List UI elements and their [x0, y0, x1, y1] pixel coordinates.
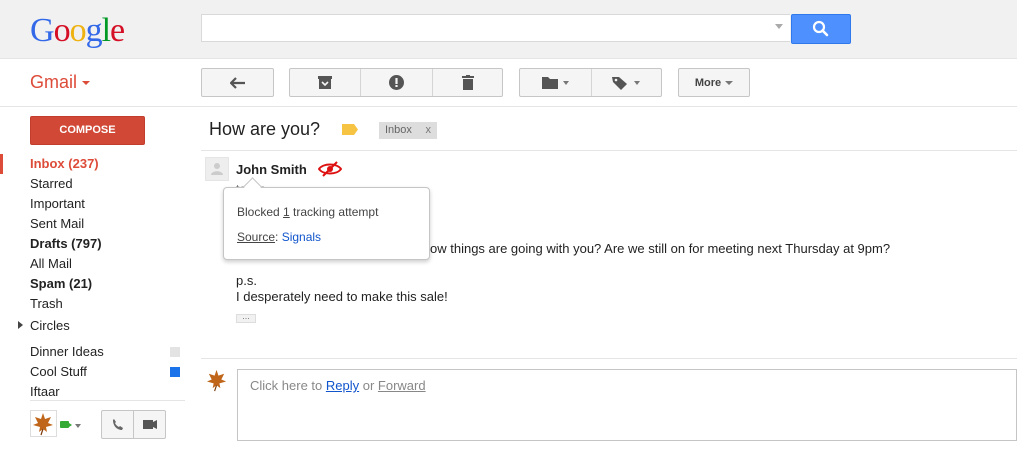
message-body-line: ow things are going with you? Are we sti…	[430, 241, 891, 256]
reply-or: or	[359, 378, 378, 393]
label-color-swatch[interactable]	[170, 347, 180, 357]
back-arrow-icon	[229, 76, 245, 89]
tag-icon	[611, 76, 640, 90]
message-ps-line: I desperately need to make this sale!	[236, 289, 448, 304]
search-icon	[812, 20, 829, 37]
logo-letter: G	[30, 12, 55, 49]
search-box[interactable]	[201, 14, 790, 42]
google-logo[interactable]: Google	[30, 11, 125, 51]
chevron-down-icon[interactable]	[75, 424, 81, 428]
label-chip-inbox[interactable]: Inbox x	[379, 122, 437, 139]
video-status-icon	[60, 421, 69, 428]
sidebar-label-dinner-ideas[interactable]: Dinner Ideas	[30, 342, 104, 362]
report-spam-icon	[389, 75, 404, 90]
blocked-count[interactable]: 1	[283, 205, 290, 219]
trash-icon	[461, 75, 474, 90]
gmail-menu[interactable]: Gmail	[30, 72, 91, 93]
call-phone-button[interactable]	[101, 410, 134, 439]
more-label: More	[694, 76, 722, 89]
reply-prefix: Click here to	[250, 378, 326, 393]
report-spam-button[interactable]	[361, 69, 432, 96]
move-to-button[interactable]	[520, 69, 591, 96]
divider	[0, 106, 1017, 107]
expand-arrow-icon[interactable]	[18, 321, 23, 329]
label-chip-text: Inbox	[385, 124, 412, 136]
divider	[201, 150, 1017, 151]
sender-name[interactable]: John Smith	[236, 162, 307, 177]
source-label[interactable]: Source	[237, 230, 275, 244]
delete-button[interactable]	[433, 69, 502, 96]
sidebar-label-iftaar[interactable]: Iftaar	[30, 382, 60, 402]
search-options-caret-icon[interactable]	[775, 24, 783, 29]
video-status-icon	[69, 423, 72, 427]
maple-leaf-icon	[206, 369, 227, 392]
back-button[interactable]	[201, 68, 274, 97]
show-trimmed-content-button[interactable]: ...	[236, 312, 256, 323]
reply-prompt: Click here to Reply or Forward	[250, 378, 426, 393]
folder-icon	[541, 77, 569, 89]
chevron-down-icon	[725, 80, 734, 85]
sidebar-item-spam[interactable]: Spam (21)	[30, 274, 92, 294]
remove-label-icon[interactable]: x	[426, 122, 432, 139]
divider	[201, 358, 1017, 359]
compose-button[interactable]: COMPOSE	[30, 116, 145, 145]
selected-indicator	[0, 154, 3, 174]
person-icon	[211, 163, 223, 175]
message-ps: p.s.	[236, 273, 257, 288]
gmail-label: Gmail	[30, 72, 78, 92]
archive-icon	[318, 76, 332, 89]
sidebar-item-inbox[interactable]: Inbox (237)	[30, 154, 99, 174]
source-link[interactable]: Signals	[282, 230, 321, 244]
thread-subject: How are you?	[209, 119, 321, 139]
maple-leaf-icon	[33, 413, 53, 436]
more-button[interactable]: More	[678, 68, 750, 97]
sidebar-item-circles[interactable]: Circles	[30, 316, 70, 336]
sidebar-label-cool-stuff[interactable]: Cool Stuff	[30, 362, 87, 382]
video-camera-icon	[143, 420, 157, 429]
sidebar-item-all-mail[interactable]: All Mail	[30, 254, 72, 274]
move-label-button-group	[519, 68, 662, 97]
logo-letter: l	[101, 12, 112, 49]
sidebar-item-important[interactable]: Important	[30, 194, 85, 214]
labels-button[interactable]	[592, 69, 661, 96]
search-button[interactable]	[791, 14, 851, 44]
archive-button[interactable]	[290, 69, 360, 96]
important-marker-icon[interactable]	[342, 124, 358, 135]
action-button-group	[289, 68, 503, 97]
phone-icon	[113, 419, 123, 430]
video-call-button[interactable]	[133, 410, 166, 439]
sidebar-item-trash[interactable]: Trash	[30, 294, 63, 314]
search-input[interactable]	[206, 16, 770, 42]
chevron-down-icon	[82, 81, 91, 86]
tracker-blocked-icon[interactable]	[317, 161, 343, 182]
sidebar-item-sent-mail[interactable]: Sent Mail	[30, 214, 84, 234]
logo-letter: e	[110, 12, 125, 49]
tracking-popup: Blocked 1 tracking attempt Source: Signa…	[223, 187, 430, 260]
logo-letter: g	[85, 12, 103, 49]
avatar	[205, 368, 229, 397]
sender-avatar[interactable]	[205, 157, 229, 181]
blocked-suffix: tracking attempt	[289, 205, 379, 219]
avatar[interactable]	[30, 410, 57, 437]
divider	[30, 400, 185, 401]
logo-letter: o	[69, 12, 87, 49]
reply-link[interactable]: Reply	[326, 378, 359, 393]
sidebar-item-starred[interactable]: Starred	[30, 174, 73, 194]
source-separator: :	[275, 230, 282, 244]
source-line: Source: Signals	[237, 230, 321, 244]
sidebar-item-drafts[interactable]: Drafts (797)	[30, 234, 102, 254]
blocked-count-text: Blocked 1 tracking attempt	[237, 205, 378, 219]
blocked-prefix: Blocked	[237, 205, 284, 219]
logo-letter: o	[53, 12, 71, 49]
forward-link[interactable]: Forward	[378, 378, 426, 393]
label-color-swatch[interactable]	[170, 367, 180, 377]
